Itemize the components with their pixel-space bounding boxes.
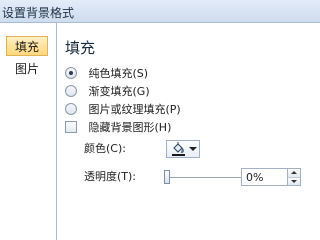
transparency-label: 透明度(T): <box>84 170 137 183</box>
transparency-value[interactable]: 0% <box>246 171 263 184</box>
sidebar-item-picture[interactable]: 图片 <box>6 59 48 79</box>
color-label: 颜色(C): <box>84 142 126 155</box>
hide-background-label: 隐藏背景图形(H) <box>88 121 172 134</box>
chevron-down-icon <box>189 147 197 151</box>
section-title: 填充 <box>65 39 96 57</box>
title-bar: 设置背景格式 <box>0 0 320 23</box>
window-title: 设置背景格式 <box>2 6 75 20</box>
spin-up-icon[interactable] <box>287 169 300 177</box>
solid-fill-option[interactable]: 纯色填充(S) <box>65 65 148 83</box>
picture-texture-fill-radio[interactable] <box>65 103 77 115</box>
sidebar-item-fill[interactable]: 填充 <box>6 36 48 56</box>
fill-panel: 填充 纯色填充(S) 渐变填充(G) 图片或纹理填充(P) 隐藏背景图形(H) … <box>57 23 320 240</box>
category-sidebar: 填充 图片 <box>0 23 57 240</box>
gradient-fill-label: 渐变填充(G) <box>88 85 150 98</box>
hide-background-checkbox[interactable] <box>65 121 77 133</box>
paint-bucket-icon <box>171 142 187 159</box>
picture-texture-fill-label: 图片或纹理填充(P) <box>88 103 181 116</box>
picture-texture-fill-option[interactable]: 图片或纹理填充(P) <box>65 101 181 119</box>
solid-fill-label: 纯色填充(S) <box>88 67 149 80</box>
transparency-slider-thumb[interactable] <box>164 170 170 184</box>
solid-fill-radio[interactable] <box>65 67 77 79</box>
transparency-spinner[interactable]: 0% <box>241 168 301 186</box>
color-picker-button[interactable] <box>166 140 200 158</box>
spin-down-icon[interactable] <box>287 177 300 185</box>
gradient-fill-option[interactable]: 渐变填充(G) <box>65 83 150 101</box>
gradient-fill-radio[interactable] <box>65 85 77 97</box>
hide-background-option[interactable]: 隐藏背景图形(H) <box>65 119 171 137</box>
